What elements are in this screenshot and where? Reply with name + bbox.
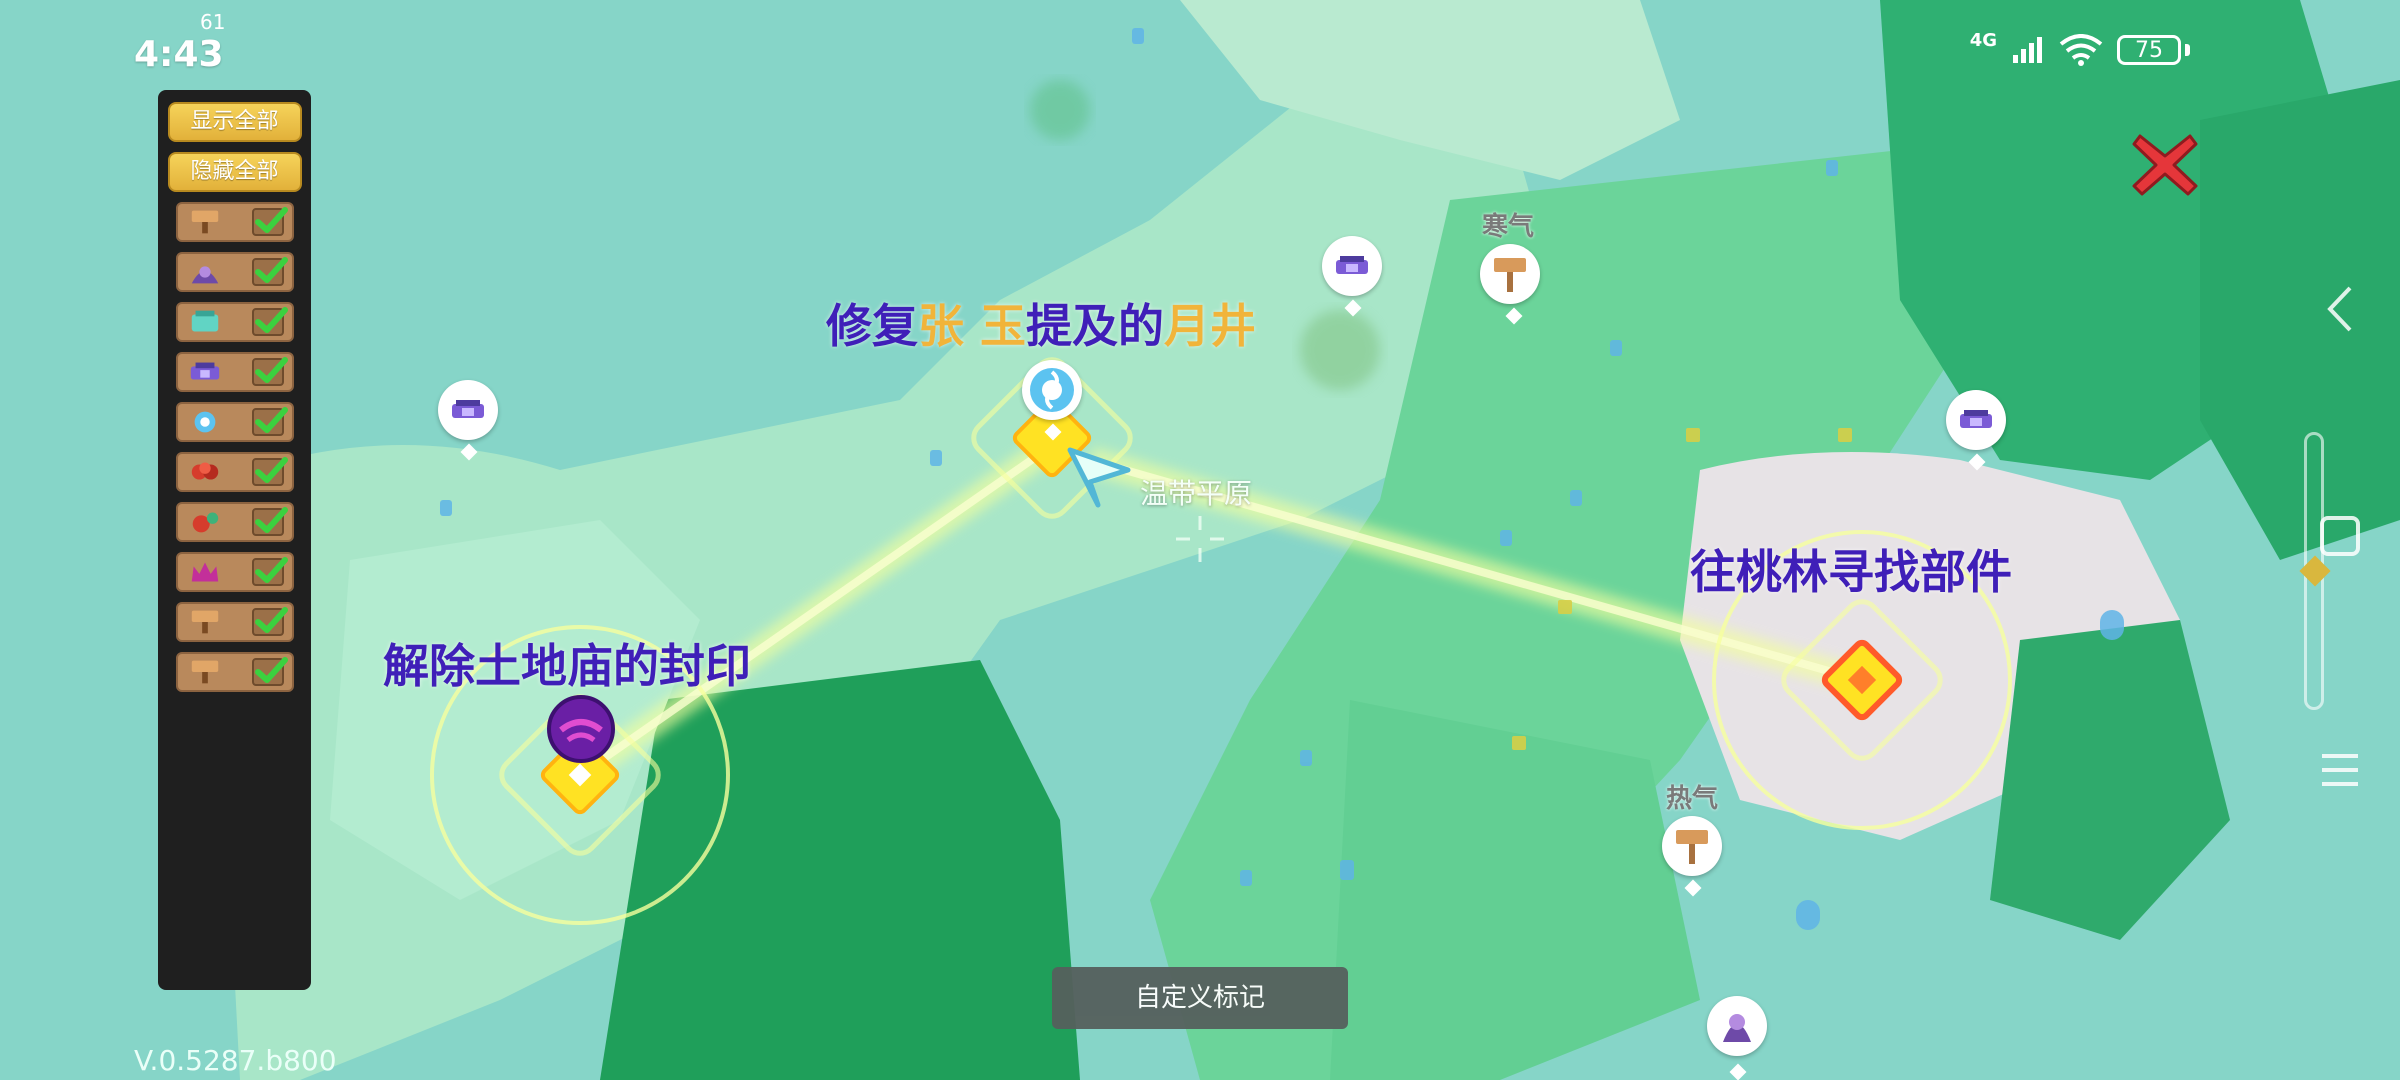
status-time: 4:43: [134, 34, 224, 75]
red-monster-icon: [191, 462, 218, 480]
cold-area-label: 寒气: [1482, 212, 1535, 242]
quest-label-moonwell[interactable]: 修复张 玉提及的月井: [826, 290, 1256, 356]
red-flower-monster-icon: [192, 512, 218, 533]
filter-checkbox[interactable]: [251, 607, 288, 636]
filter-row[interactable]: [175, 252, 294, 292]
checkmark-icon: [254, 607, 288, 633]
nav-menu-icon[interactable]: [2318, 748, 2362, 792]
filter-row[interactable]: [175, 352, 294, 392]
teal-shrine-icon: [191, 310, 218, 332]
filter-list: [158, 202, 311, 692]
map-screen[interactable]: 61 4:43 4G 75 显示全部 隐藏全部 修复张 玉提及的月井 解除土地庙…: [0, 0, 2400, 1080]
purple-gate-icon: [1960, 410, 1992, 428]
signpost-icon: [1676, 830, 1708, 864]
filter-checkbox[interactable]: [251, 657, 288, 686]
filter-checkbox[interactable]: [251, 407, 288, 436]
close-icon[interactable]: [2130, 130, 2200, 200]
purple-gate-icon: [452, 400, 484, 418]
checkmark-icon: [254, 407, 288, 433]
quest-label-temple-seal[interactable]: 解除土地庙的封印: [383, 630, 751, 696]
swirl-orb-icon: [1030, 368, 1074, 412]
map-pin-signpost[interactable]: [1662, 816, 1722, 897]
hide-all-button[interactable]: 隐藏全部: [167, 152, 302, 192]
hooded-figure-icon: [191, 266, 218, 284]
purple-gate-icon: [1336, 256, 1368, 274]
checkmark-icon: [254, 657, 288, 683]
magenta-crown-icon: [191, 562, 218, 582]
filter-row[interactable]: [175, 502, 294, 542]
filter-row[interactable]: [175, 202, 294, 242]
checkmark-icon: [254, 207, 288, 233]
checkmark-icon: [254, 557, 288, 583]
checkmark-icon: [254, 457, 288, 483]
world-map[interactable]: [0, 0, 2400, 1080]
checkmark-icon: [254, 507, 288, 533]
signpost-icon: [191, 610, 218, 634]
network-type: 4G: [1969, 29, 1997, 51]
map-pin-signpost[interactable]: [1480, 244, 1540, 325]
filter-row[interactable]: [175, 652, 294, 692]
filter-checkbox[interactable]: [251, 457, 288, 486]
quest-label-peach-forest[interactable]: 往桃林寻找部件: [1690, 536, 2012, 602]
map-pin-gate[interactable]: [1322, 236, 1382, 317]
filter-checkbox[interactable]: [251, 507, 288, 536]
map-pin-swirl[interactable]: [1022, 360, 1082, 441]
filter-checkbox[interactable]: [251, 257, 288, 286]
signpost-icon: [1494, 258, 1526, 292]
hooded-figure-icon: [1723, 1014, 1751, 1042]
custom-mark-button[interactable]: 自定义标记: [1052, 967, 1348, 1029]
battery-tip: [2185, 44, 2190, 56]
map-pin-gate[interactable]: [1946, 390, 2006, 471]
battery-indicator: 75: [2117, 35, 2181, 65]
filter-row[interactable]: [175, 552, 294, 592]
seal-icon[interactable]: [546, 694, 616, 764]
signal-icon: [2013, 37, 2042, 63]
checkmark-icon: [254, 307, 288, 333]
version-text: V.0.5287.b800: [134, 1044, 337, 1077]
map-pin-gate[interactable]: [438, 380, 498, 461]
checkmark-icon: [254, 257, 288, 283]
filter-checkbox[interactable]: [251, 307, 288, 336]
nav-home-icon[interactable]: [2318, 514, 2362, 558]
map-pin-hooded[interactable]: [1707, 996, 1767, 1080]
filter-row[interactable]: [175, 302, 294, 342]
marker-filter-panel: 显示全部 隐藏全部: [158, 90, 311, 990]
region-label: 温带平原: [1140, 477, 1253, 510]
filter-checkbox[interactable]: [251, 557, 288, 586]
filter-checkbox[interactable]: [251, 357, 288, 386]
purple-gate-icon: [190, 362, 219, 380]
filter-checkbox[interactable]: [251, 207, 288, 236]
filter-row[interactable]: [175, 602, 294, 642]
checkmark-icon: [254, 357, 288, 383]
nav-back-icon[interactable]: [2322, 284, 2356, 334]
swirl-orb-icon: [194, 411, 215, 433]
status-small-number: 61: [200, 10, 226, 34]
filter-row[interactable]: [175, 402, 294, 442]
wifi-icon: [2059, 34, 2103, 66]
heat-area-label: 热气: [1666, 784, 1719, 814]
status-icons: 4G 75: [1970, 30, 2190, 66]
show-all-button[interactable]: 显示全部: [167, 102, 302, 142]
signpost-icon: [191, 210, 218, 234]
filter-row[interactable]: [175, 452, 294, 492]
signpost-icon: [191, 660, 218, 684]
